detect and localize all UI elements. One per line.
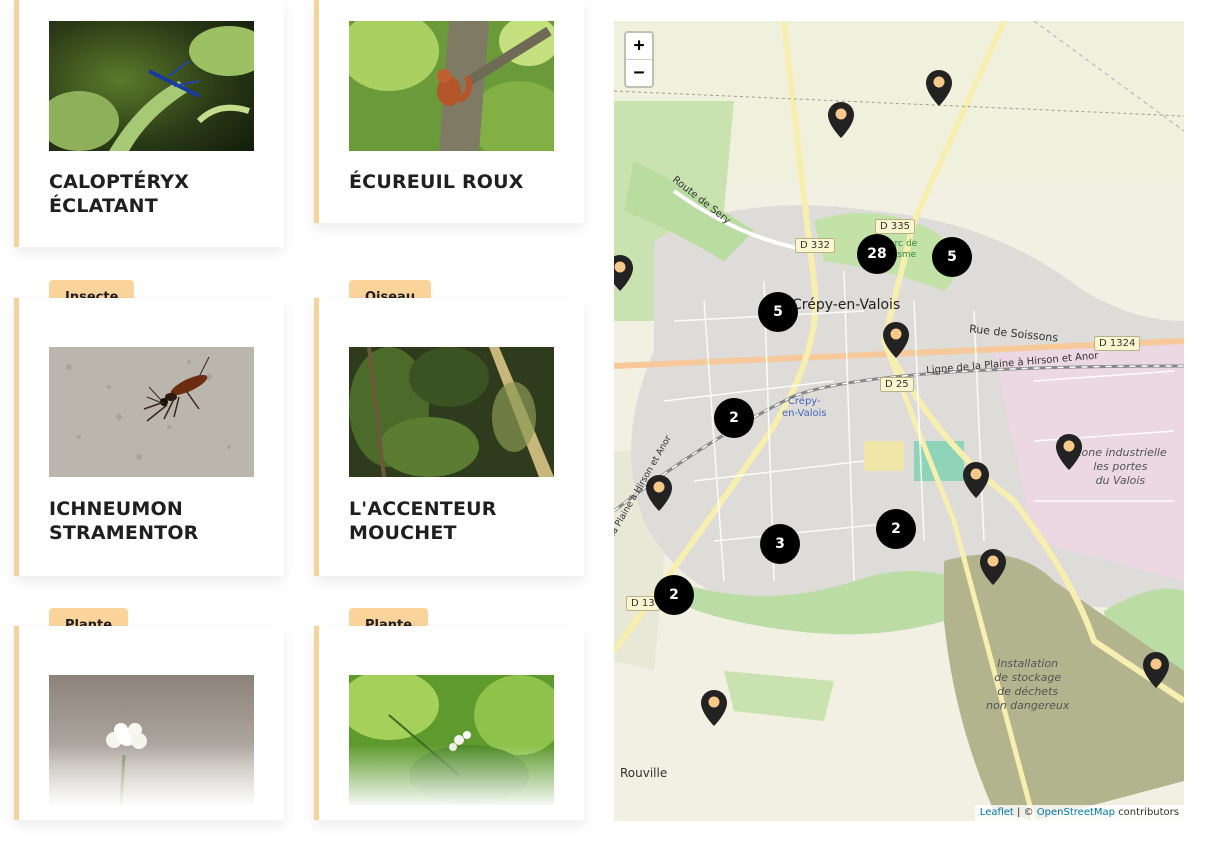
species-card[interactable]	[14, 626, 284, 820]
map-attribution: Leaflet | © OpenStreetMap contributors	[974, 805, 1184, 821]
map-pin-icon[interactable]	[1142, 651, 1170, 689]
marker-cluster[interactable]: 2	[654, 575, 694, 615]
map-pin-icon[interactable]	[925, 69, 953, 107]
attribution-suffix: contributors	[1118, 807, 1179, 818]
road-label-d1324: D 1324	[1094, 336, 1141, 351]
species-photo-écureuil[interactable]	[349, 21, 554, 151]
road-label-d25: D 25	[880, 377, 914, 392]
marker-cluster[interactable]: 2	[714, 398, 754, 438]
map-pin-icon[interactable]	[645, 474, 673, 512]
species-title[interactable]: CALOPTÉRYX ÉCLATANT	[49, 170, 274, 218]
page: CALOPTÉRYX ÉCLATANT ÉCUREUIL ROUX Insect…	[0, 0, 1232, 850]
species-title[interactable]: ÉCUREUIL ROUX	[349, 170, 574, 194]
road-label-d332: D 332	[795, 238, 835, 253]
species-photo-plante[interactable]	[349, 675, 554, 805]
zoom-control: + −	[624, 31, 654, 88]
map-label-industrial-zone: Zone industrielle les portes du Valois	[1074, 446, 1167, 487]
map-label-village: Rouville	[620, 766, 668, 780]
species-photo-plante[interactable]	[49, 675, 254, 805]
zoom-in-button[interactable]: +	[626, 33, 652, 59]
map-pin-icon[interactable]	[827, 101, 855, 139]
map-pin-icon[interactable]	[882, 321, 910, 359]
map-pin-icon[interactable]	[979, 548, 1007, 586]
marker-cluster[interactable]: 3	[760, 524, 800, 564]
species-photo-ichneumon[interactable]	[49, 347, 254, 477]
map-label-station: Crépy- en-Valois	[782, 396, 827, 419]
marker-cluster[interactable]: 5	[932, 237, 972, 277]
marker-cluster[interactable]: 28	[857, 234, 897, 274]
marker-cluster[interactable]: 5	[758, 292, 798, 332]
map-pin-icon[interactable]	[1055, 433, 1083, 471]
species-card[interactable]	[314, 626, 584, 820]
map-pin-icon[interactable]	[962, 461, 990, 499]
openstreetmap-link[interactable]: OpenStreetMap	[1037, 807, 1115, 818]
species-photo-caloptéryx[interactable]	[49, 21, 254, 151]
species-card[interactable]: ICHNEUMON STRAMENTOR	[14, 298, 284, 576]
marker-cluster[interactable]: 2	[876, 509, 916, 549]
species-title[interactable]: L'ACCENTEUR MOUCHET	[349, 497, 549, 545]
attribution-separator: | ©	[1017, 807, 1034, 818]
leaflet-link[interactable]: Leaflet	[980, 807, 1014, 818]
map-label-waste-site: Installation de stockage de déchets non …	[986, 657, 1070, 712]
species-card[interactable]: ÉCUREUIL ROUX	[314, 0, 584, 223]
map-pin-icon[interactable]	[614, 254, 634, 292]
species-title[interactable]: ICHNEUMON STRAMENTOR	[49, 497, 229, 545]
species-photo-accenteur[interactable]	[349, 347, 554, 477]
zoom-out-button[interactable]: −	[626, 59, 652, 86]
road-label-d335: D 335	[875, 219, 915, 234]
species-card[interactable]: L'ACCENTEUR MOUCHET	[314, 298, 584, 576]
map-view[interactable]: D 335 D 332 D 1324 D 25 D 13 Route de Se…	[614, 21, 1184, 821]
map-label-town: Crépy-en-Valois	[792, 297, 901, 313]
species-card[interactable]: CALOPTÉRYX ÉCLATANT	[14, 0, 284, 247]
map-pin-icon[interactable]	[700, 689, 728, 727]
